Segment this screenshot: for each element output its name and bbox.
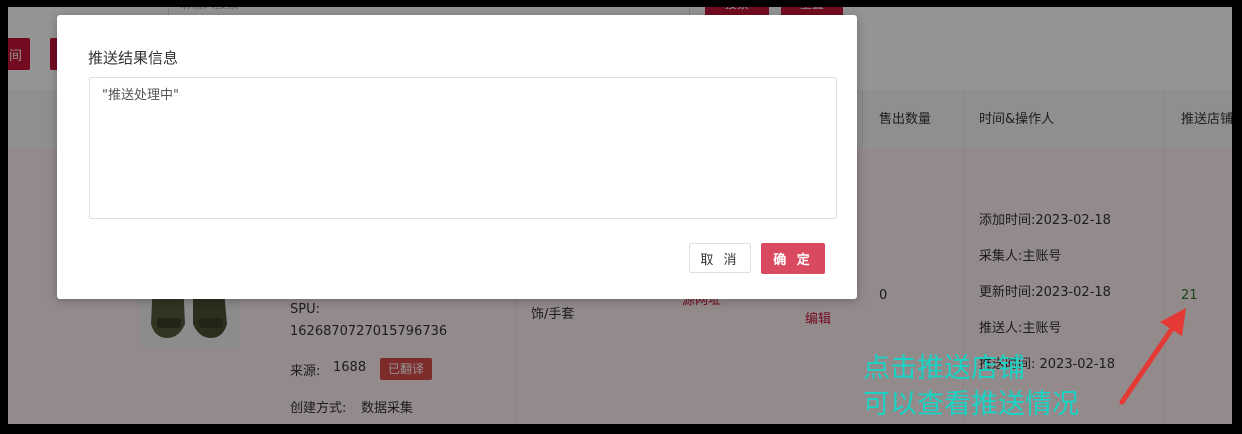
cancel-button[interactable]: 取 消 — [689, 243, 751, 273]
frame-border — [0, 0, 1242, 7]
confirm-button[interactable]: 确 定 — [761, 243, 825, 274]
frame-border — [0, 424, 1242, 434]
annotation-line-2: 可以查看推送情况 — [863, 389, 1079, 420]
push-result-dialog: 推送结果信息 "推送处理中" 取 消 确 定 — [57, 15, 857, 299]
frame-border — [1232, 0, 1242, 434]
cancel-button-label: 取 消 — [700, 252, 740, 268]
annotation-line-1: 点击推送店铺 — [863, 353, 1025, 384]
annotation-arrow-icon — [1119, 308, 1186, 405]
dialog-title: 推送结果信息 — [88, 49, 179, 67]
push-result-textarea[interactable]: "推送处理中" — [89, 77, 837, 219]
confirm-button-label: 确 定 — [773, 253, 813, 268]
frame-border — [0, 0, 8, 434]
